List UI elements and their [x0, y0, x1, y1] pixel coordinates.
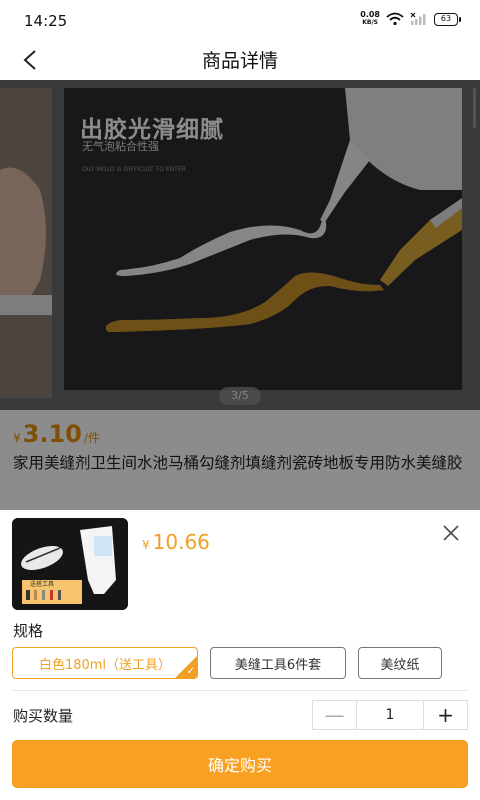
spec-label: 规格	[13, 622, 44, 640]
spec-option-tape[interactable]: 美纹纸	[358, 647, 442, 679]
nav-bar: 商品详情	[0, 40, 480, 80]
page-title: 商品详情	[201, 50, 278, 72]
sheet-currency: ¥	[142, 538, 150, 552]
spec-option-tools-6pc[interactable]: 美缝工具6件套	[210, 647, 346, 679]
battery-level: 63	[440, 13, 452, 23]
status-icons: 0.08 KB/S 63	[360, 11, 461, 27]
spec-option-label: 美缝工具6件套	[234, 657, 322, 673]
modal-overlay[interactable]	[0, 80, 480, 510]
spec-option-white-180ml[interactable]: 白色180ml（送工具） ✓	[12, 647, 198, 679]
spec-option-label: 白色180ml（送工具）	[38, 657, 172, 673]
net-speed: 0.08 KB/S	[360, 11, 380, 27]
sheet-price: ¥ 10.66	[142, 530, 210, 554]
close-icon	[443, 525, 459, 541]
increment-button[interactable]: +	[423, 701, 467, 729]
status-bar: 14:25 0.08 KB/S 63	[0, 0, 480, 40]
net-speed-unit: KB/S	[362, 19, 378, 26]
divider	[12, 690, 468, 691]
check-icon: ✓	[186, 666, 195, 677]
wifi-icon	[386, 12, 404, 26]
net-speed-value: 0.08	[360, 10, 380, 19]
close-button[interactable]	[440, 522, 462, 544]
purchase-sheet: 送搭工具 ¥ 10.66 规格 白色180ml（送工具） ✓ 美缝工具6件套 美…	[0, 510, 480, 800]
thumb-label: 送搭工具	[30, 581, 55, 588]
sku-thumbnail: 送搭工具	[12, 518, 128, 610]
quantity-label: 购买数量	[13, 707, 74, 725]
status-time: 14:25	[24, 12, 68, 30]
battery-icon: 63	[434, 12, 461, 26]
spec-option-label: 美纹纸	[380, 657, 420, 673]
sheet-price-value: 10.66	[152, 530, 210, 554]
confirm-purchase-button[interactable]: 确定购买	[12, 740, 468, 788]
quantity-input[interactable]: 1	[357, 701, 423, 729]
signal-icon	[410, 12, 426, 25]
quantity-stepper: — 1 +	[312, 700, 468, 730]
decrement-button[interactable]: —	[313, 701, 357, 729]
